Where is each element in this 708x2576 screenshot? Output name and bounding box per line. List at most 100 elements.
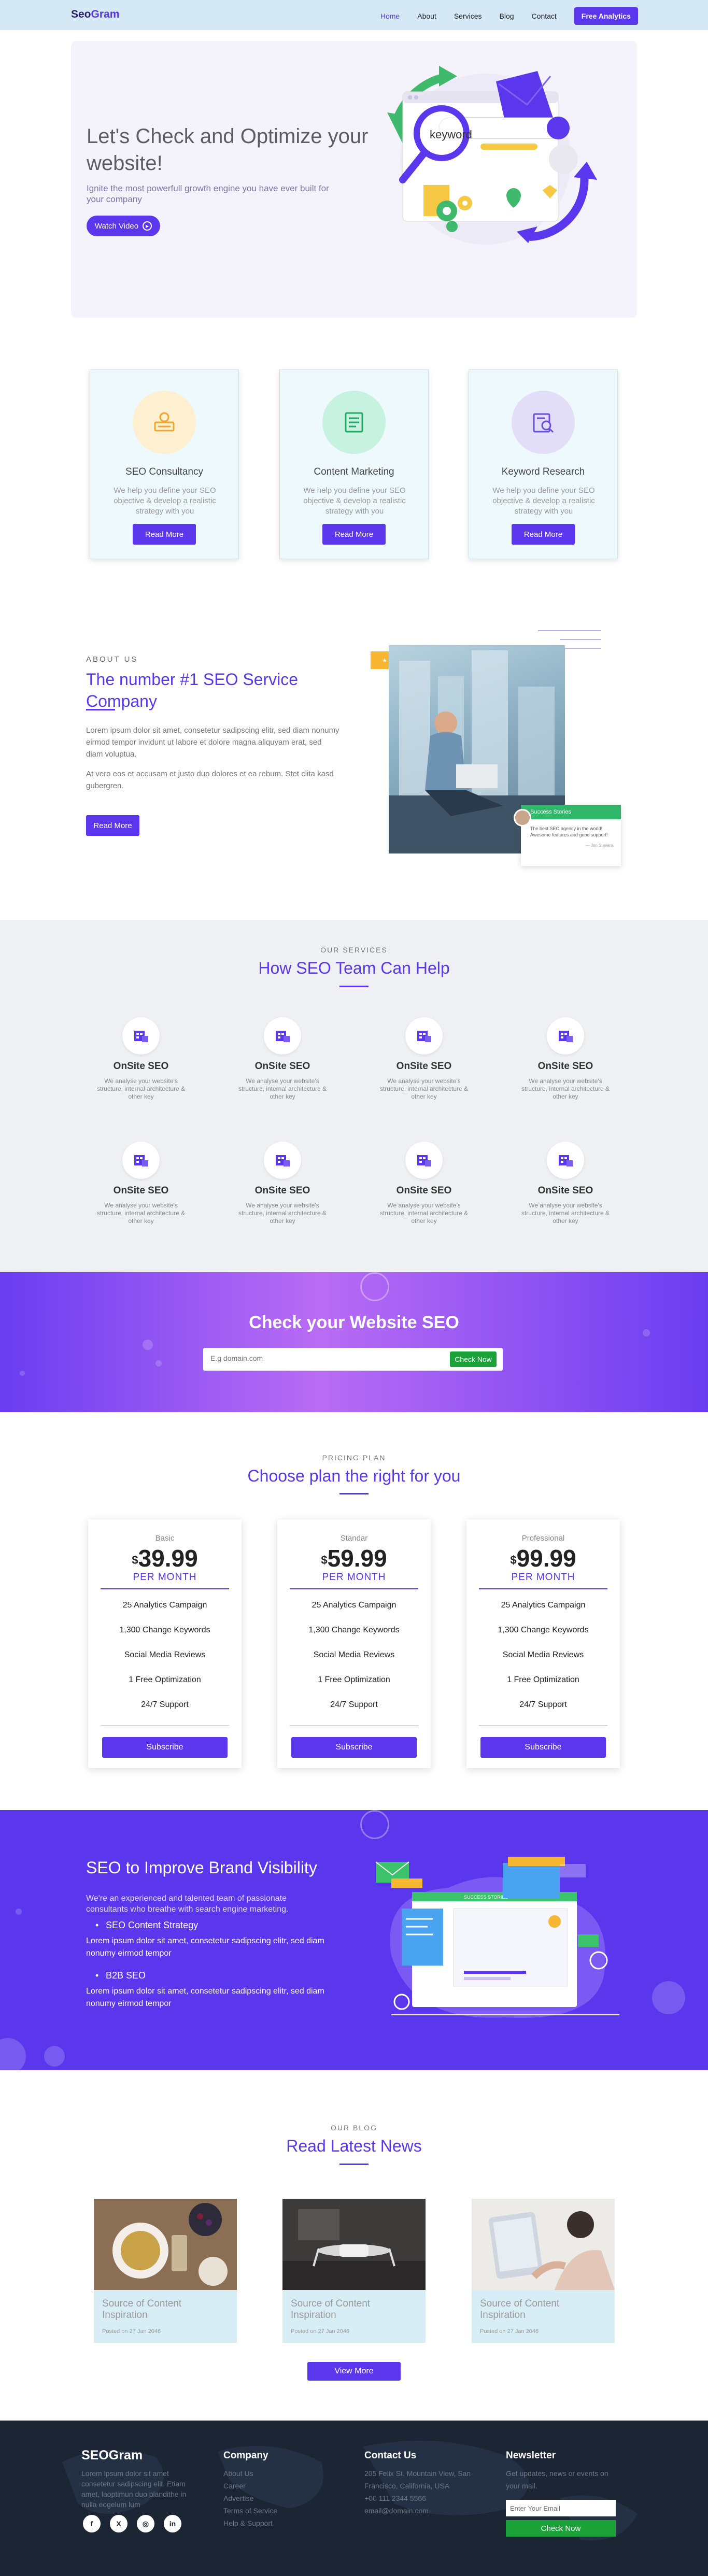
brand-title: SEO to Improve Brand Visibility	[86, 1858, 317, 1877]
about-label: ABOUT US	[86, 655, 138, 664]
pricing-underline	[339, 1493, 369, 1495]
subscribe-button[interactable]: Subscribe	[480, 1737, 606, 1758]
service-title: OnSite SEO	[113, 1185, 169, 1196]
divider	[290, 1725, 418, 1726]
service-title: OnSite SEO	[254, 1061, 310, 1072]
pricing-label: PRICING PLAN	[322, 1454, 386, 1462]
drone-photo	[282, 2199, 426, 2290]
site-logo[interactable]: SeoGram	[71, 8, 119, 21]
deco-bubble	[20, 1371, 25, 1376]
newsletter-submit-button[interactable]: Check Now	[506, 2520, 616, 2537]
service-text: We analyse your website's structure, int…	[521, 1202, 610, 1225]
nav-link-about[interactable]: About	[417, 12, 436, 20]
services-title: How SEO Team Can Help	[258, 959, 450, 977]
feature-card-keyword-research: Keyword Research We help you define your…	[469, 369, 618, 559]
contact-line: Francisco, California, USA	[364, 2482, 450, 2490]
free-analytics-button[interactable]: Free Analytics	[574, 7, 638, 25]
nav-link-home[interactable]: Home	[380, 12, 400, 20]
service-item: OnSite SEO We analyse your website's stru…	[228, 1142, 337, 1225]
feature-icon-circle	[133, 391, 196, 454]
blog-post-card[interactable]: Source of Content Inspiration Posted on …	[472, 2199, 615, 2343]
subscribe-button[interactable]: Subscribe	[102, 1737, 228, 1758]
check-seo-section: Check your Website SEO Check Now	[0, 1272, 708, 1412]
footer-link[interactable]: Help & Support	[223, 2517, 277, 2529]
contact-line: email@domain.com	[364, 2507, 429, 2515]
service-item: OnSite SEO We analyse your website's stru…	[511, 1142, 620, 1225]
service-item: OnSite SEO We analyse your website's stru…	[228, 1017, 337, 1101]
service-icon-circle	[547, 1142, 584, 1179]
plan-amount: 59.99	[327, 1545, 387, 1572]
hero-section: Let's Check and Optimize your website! I…	[71, 41, 637, 318]
blog-label: OUR BLOG	[331, 2124, 377, 2132]
subscribe-button[interactable]: Subscribe	[291, 1737, 417, 1758]
linkedin-icon[interactable]: in	[164, 2515, 181, 2532]
service-text: We analyse your website's structure, int…	[238, 1077, 327, 1100]
logo-part-a: Seo	[71, 8, 91, 20]
check-now-button[interactable]: Check Now	[450, 1351, 497, 1367]
blog-post-title: Source of Content Inspiration	[480, 2298, 560, 2321]
brand-point-text: Lorem ipsum dolor sit amet, consetetur s…	[86, 1987, 324, 2008]
deco-ring	[360, 1272, 389, 1301]
instagram-icon[interactable]: ◎	[137, 2515, 154, 2532]
watch-video-button[interactable]: Watch Video ▶	[87, 216, 160, 236]
feature-icon-circle	[512, 391, 575, 454]
onsite-seo-icon	[417, 1155, 431, 1166]
service-text: We analyse your website's structure, int…	[96, 1202, 186, 1225]
feature-card-seo-consultancy: SEO Consultancy We help you define your …	[90, 369, 239, 559]
feature-text: We help you define your SEO objective & …	[492, 486, 595, 516]
nav-link-blog[interactable]: Blog	[500, 12, 514, 20]
footer-link[interactable]: Career	[223, 2480, 277, 2492]
nav-link-contact[interactable]: Contact	[532, 12, 557, 20]
blog-post-date: Posted on 27 Jan 2046	[480, 2328, 539, 2335]
hero-seo-illustration: keyword	[387, 66, 597, 245]
plan-currency: $	[321, 1554, 328, 1567]
deco-line	[538, 630, 601, 631]
play-icon: ▶	[143, 221, 152, 231]
plan-feature: 24/7 Support	[330, 1700, 378, 1709]
brand-lead: We're an experienced and talented team o…	[86, 1894, 289, 1914]
domain-input[interactable]	[210, 1354, 438, 1362]
deco-bubble	[44, 2046, 65, 2067]
about-read-more-button[interactable]: Read More	[86, 815, 139, 836]
facebook-icon[interactable]: f	[83, 2515, 101, 2532]
brand-point-title: B2B SEO	[95, 1970, 329, 1981]
service-item: OnSite SEO We analyse your website's stru…	[87, 1142, 195, 1225]
view-more-button[interactable]: View More	[307, 2362, 401, 2381]
blog-post-card[interactable]: Source of Content Inspiration Posted on …	[282, 2199, 426, 2343]
service-title: OnSite SEO	[537, 1061, 593, 1072]
watch-video-label: Watch Video	[94, 221, 139, 231]
service-item: OnSite SEO We analyse your website's stru…	[87, 1017, 195, 1101]
footer-logo[interactable]: SEOGram	[81, 2448, 143, 2463]
deco-bubble	[652, 1981, 685, 2014]
content-marketing-icon	[345, 412, 363, 433]
read-more-button[interactable]: Read More	[512, 524, 575, 545]
plan-feature: 25 Analytics Campaign	[122, 1601, 207, 1610]
onsite-seo-icon	[559, 1155, 573, 1166]
service-icon-circle	[547, 1017, 584, 1055]
footer-link[interactable]: Advertise	[223, 2492, 277, 2504]
blog-post-image	[472, 2199, 615, 2290]
tablet-photo	[472, 2199, 615, 2290]
x-twitter-icon[interactable]: X	[110, 2515, 128, 2532]
onsite-seo-icon	[417, 1031, 431, 1042]
plan-period: PER MONTH	[511, 1572, 575, 1583]
plan-price: $59.99	[277, 1545, 431, 1572]
blog-post-date: Posted on 27 Jan 2046	[102, 2328, 161, 2335]
feature-icon-circle	[322, 391, 386, 454]
pricing-card-basic: Basic $39.99 PER MONTH 25 Analytics Camp…	[88, 1519, 242, 1768]
service-icon-circle	[264, 1142, 301, 1179]
nav-link-services[interactable]: Services	[454, 12, 482, 20]
newsletter-email-input[interactable]	[506, 2500, 616, 2516]
blog-post-card[interactable]: Source of Content Inspiration Posted on …	[94, 2199, 237, 2343]
read-more-button[interactable]: Read More	[133, 524, 196, 545]
footer-link[interactable]: About Us	[223, 2467, 277, 2480]
services-section: OUR SERVICES How SEO Team Can Help OnSit…	[0, 920, 708, 1272]
plan-feature: Social Media Reviews	[313, 1650, 395, 1659]
plan-currency: $	[510, 1554, 517, 1567]
read-more-button[interactable]: Read More	[322, 524, 386, 545]
pricing-title: Choose plan the right for you	[247, 1467, 461, 1485]
footer-link[interactable]: Terms of Service	[223, 2504, 277, 2517]
newsletter-text: Get updates, news or events on your mail…	[506, 2469, 608, 2490]
divider	[101, 1725, 229, 1726]
nav-links: Home About Services Blog Contact Free An…	[380, 7, 638, 25]
